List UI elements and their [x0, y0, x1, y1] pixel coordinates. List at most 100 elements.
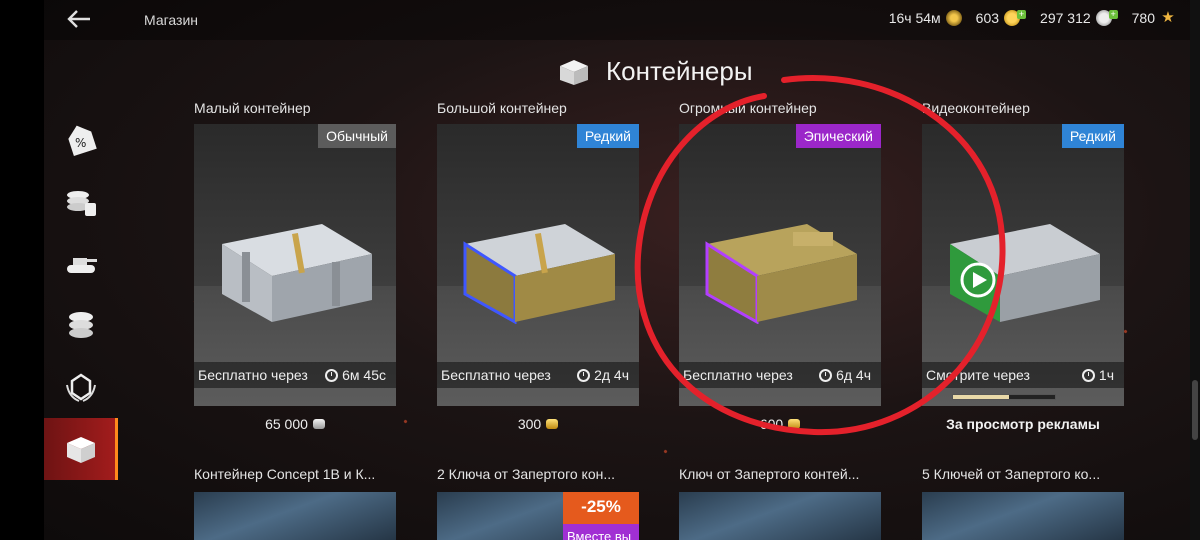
- container-name: Огромный контейнер: [679, 100, 817, 116]
- price-value: 600: [759, 416, 784, 432]
- offer-image: [679, 492, 881, 540]
- timer-value: 1ч: [1098, 367, 1114, 383]
- ad-progress-bar: [952, 394, 1056, 400]
- gold-value: 603: [975, 10, 1000, 26]
- container-image: Редкий Смотрите через 1ч: [922, 124, 1124, 406]
- gold-chest-icon: [705, 224, 857, 324]
- coins-icon: [69, 312, 93, 338]
- timer-value: 2д 4ч: [594, 367, 629, 383]
- screen-bezel-left: [0, 0, 44, 540]
- price-value: 300: [517, 416, 542, 432]
- gold-icon: [788, 419, 801, 429]
- sidebar-item-tanks[interactable]: [44, 232, 118, 294]
- container-image: Редкий Бесплатно через 2д 4ч: [437, 124, 639, 406]
- clock-icon: [577, 368, 591, 382]
- credits-balance[interactable]: 297 312 +: [1040, 8, 1118, 26]
- clock-icon: [1081, 368, 1095, 382]
- container-name: Видеоконтейнер: [922, 100, 1030, 116]
- container-card-large[interactable]: Большой контейнер Редкий Бесплатно через…: [437, 100, 639, 432]
- arrow-left-icon: [67, 10, 90, 28]
- ad-progress-fill: [953, 395, 1010, 399]
- clock-icon: [819, 368, 833, 382]
- free-exp-value: 780: [1131, 10, 1155, 26]
- premium-icon: [945, 10, 962, 26]
- rarity-badge: Редкий: [576, 124, 639, 148]
- star-icon: ★: [1161, 9, 1175, 26]
- clock-icon: [325, 368, 339, 382]
- rarity-badge: Обычный: [318, 124, 396, 148]
- section-heading: Контейнеры: [556, 56, 753, 87]
- category-sidebar: %: [44, 108, 118, 480]
- ember-decoration: [1123, 329, 1128, 334]
- timer-label: Смотрите через: [926, 367, 1030, 383]
- offer-card[interactable]: Ключ от Запертого контей...: [679, 466, 881, 540]
- shop-screen: Магазин 16ч 54м 603 + 297 312 + 780 ★ Ко…: [44, 0, 1190, 540]
- price[interactable]: 300: [437, 416, 639, 432]
- offer-image: -25% Вместе вы: [437, 492, 639, 540]
- price-value: 65 000: [265, 416, 308, 432]
- timer-label: Бесплатно через: [441, 367, 551, 383]
- container-name: Малый контейнер: [194, 100, 311, 116]
- scrollbar[interactable]: [1192, 380, 1198, 440]
- sidebar-item-containers[interactable]: [44, 418, 118, 480]
- currency-exchange-icon: [67, 191, 96, 216]
- back-button[interactable]: [66, 8, 96, 32]
- timer-label: Бесплатно через: [198, 367, 308, 383]
- add-credits-icon: +: [1108, 8, 1118, 19]
- offer-card[interactable]: 2 Ключа от Запертого кон... -25% Вместе …: [437, 466, 639, 540]
- timer-label: Бесплатно через: [683, 367, 793, 383]
- credits-value: 297 312: [1040, 10, 1091, 26]
- free-exp-balance[interactable]: 780 ★: [1131, 9, 1176, 27]
- sidebar-item-coins[interactable]: [44, 294, 118, 356]
- container-name: Большой контейнер: [437, 100, 567, 116]
- currency-bar: 16ч 54м 603 + 297 312 + 780 ★: [889, 8, 1176, 27]
- container-icon: [560, 59, 588, 85]
- watch-timer: Смотрите через 1ч: [922, 362, 1124, 388]
- offer-image: [194, 492, 396, 540]
- container-card-huge[interactable]: Огромный контейнер Эпический Бесплатно ч…: [679, 100, 881, 432]
- premium-timer[interactable]: 16ч 54м: [889, 10, 962, 26]
- tank-icon: [67, 258, 97, 273]
- timer-value: 6м 45с: [342, 367, 386, 383]
- special-offers-icon: %: [68, 125, 97, 157]
- free-timer: Бесплатно через 6д 4ч: [679, 362, 881, 388]
- section-title: Контейнеры: [606, 56, 753, 86]
- gold-chest-icon: [463, 224, 615, 324]
- offer-name: 5 Ключей от Запертого ко...: [922, 466, 1101, 482]
- ember-decoration: [663, 449, 668, 454]
- offer-card[interactable]: Контейнер Concept 1B и К...: [194, 466, 396, 540]
- silver-chest-icon: [222, 224, 372, 322]
- offer-name: 2 Ключа от Запертого кон...: [437, 466, 616, 482]
- watch-ad-label[interactable]: За просмотр рекламы: [922, 416, 1124, 432]
- top-bar: Магазин 16ч 54м 603 + 297 312 + 780 ★: [44, 0, 1190, 40]
- container-image: Обычный Бесплатно через 6м 45с: [194, 124, 396, 406]
- premium-time-value: 16ч 54м: [888, 10, 941, 26]
- add-gold-icon: +: [1017, 8, 1027, 19]
- price[interactable]: 65 000: [194, 416, 396, 432]
- sidebar-item-currency-exchange[interactable]: [44, 170, 118, 232]
- free-timer: Бесплатно через 6м 45с: [194, 362, 396, 388]
- credits-icon: [312, 419, 325, 429]
- free-timer: Бесплатно через 2д 4ч: [437, 362, 639, 388]
- container-image: Эпический Бесплатно через 6д 4ч: [679, 124, 881, 406]
- gold-balance[interactable]: 603 +: [975, 8, 1027, 26]
- ember-decoration: [403, 419, 408, 424]
- premium-account-icon: [66, 373, 96, 402]
- offer-name: Контейнер Concept 1B и К...: [194, 466, 376, 482]
- discount-badge: -25%: [563, 492, 639, 524]
- offer-image: [922, 492, 1124, 540]
- container-card-video[interactable]: Видеоконтейнер Редкий Смотрите через 1ч …: [922, 100, 1124, 432]
- rarity-badge: Эпический: [795, 124, 881, 148]
- svg-text:%: %: [75, 136, 86, 150]
- container-card-small[interactable]: Малый контейнер Обычный Бесплатно через …: [194, 100, 396, 432]
- bundle-badge: Вместе вы: [563, 524, 639, 540]
- page-title: Магазин: [144, 12, 199, 28]
- offer-card[interactable]: 5 Ключей от Запертого ко...: [922, 466, 1124, 540]
- containers-icon: [67, 437, 95, 463]
- rarity-badge: Редкий: [1061, 124, 1124, 148]
- sidebar-item-premium[interactable]: [44, 356, 118, 418]
- sidebar-item-special-offers[interactable]: %: [44, 108, 118, 170]
- timer-value: 6д 4ч: [836, 367, 871, 383]
- price[interactable]: 600: [679, 416, 881, 432]
- video-chest-icon: [950, 224, 1100, 322]
